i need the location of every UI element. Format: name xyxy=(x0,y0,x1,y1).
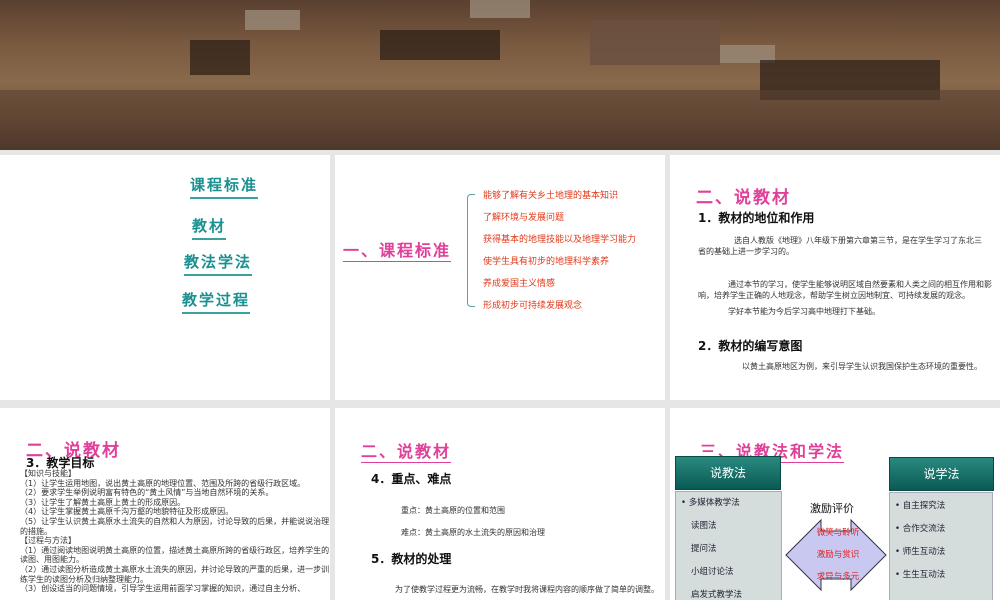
list-item: • 多媒体教学法 xyxy=(681,498,740,508)
list-item: • 合作交流法 xyxy=(895,524,946,534)
slide-keypoints[interactable]: 二、说教材 4．重点、难点 重点：黄土高原的位置和范围 难点：黄土高原的水土流失… xyxy=(335,408,665,600)
list-item: 启发式教学法 xyxy=(691,590,743,600)
paragraph: 选自人教版《地理》八年级下册第六章第三节，是在学生学习了东北三省的基础上进一步学… xyxy=(698,236,982,256)
slide-objectives[interactable]: 二、说教材 3．教学目标 【知识与技能】 （1）让学生运用地图，说出黄土高原的地… xyxy=(0,408,330,600)
toc-item[interactable]: 教学过程 xyxy=(182,289,251,314)
slide-title: 二、说教材 xyxy=(696,188,791,208)
arrow-label: 求异与多元 xyxy=(816,572,860,582)
slide-textbook[interactable]: 二、说教材 1．教材的地位和作用 选自人教版《地理》八年级下册第六章第三节，是在… xyxy=(670,155,1000,400)
list-item: 读图法 xyxy=(691,521,717,531)
paragraph: 通过本节的学习，使学生能够说明区域自然要素和人类之间的相互作用和影响，培养学生正… xyxy=(698,280,992,300)
list-item: 养成爱国主义情感 xyxy=(483,279,556,289)
list-item: 使学生具有初步的地理科学素养 xyxy=(483,257,610,267)
toc-item[interactable]: 教材 xyxy=(192,215,227,240)
slide-title: 一、课程标准 xyxy=(343,237,452,262)
toc-item[interactable]: 课程标准 xyxy=(190,174,259,199)
slide-methods[interactable]: 三、说教法和学法 说教法 • 多媒体教学法 读图法 提问法 小组讨论法 启发式教… xyxy=(670,408,1000,600)
objectives-list: 【知识与技能】 （1）让学生运用地图，说出黄土高原的地理位置、范围及所跨的省级行… xyxy=(20,469,330,594)
slide-toc[interactable]: 课程标准 教材 教法学法 教学过程 xyxy=(0,155,330,400)
list-item: 提问法 xyxy=(691,544,717,554)
paragraph: 重点：黄土高原的位置和范围 xyxy=(401,506,505,515)
arrow-label: 激励与赏识 xyxy=(816,550,860,560)
brace xyxy=(467,194,475,307)
line: （1）让学生运用地图，说出黄土高原的地理位置、范围及所跨的省级行政区域。 xyxy=(20,478,306,488)
list-item: • 自主探究法 xyxy=(895,501,946,511)
list-item: 了解环境与发展问题 xyxy=(483,213,565,223)
section-heading: 4．重点、难点 xyxy=(371,472,452,486)
arrow-label: 微笑与聆听 xyxy=(816,528,860,538)
list-item: • 师生互动法 xyxy=(895,547,946,557)
village-photo xyxy=(0,0,1000,150)
line: （2）要求学生举例说明富有特色的“黄土风情”与当地自然环境的关系。 xyxy=(20,488,274,498)
line: （1）通过阅读地图说明黄土高原的位置，描述黄土高原所跨的省级行政区，培养学生的读… xyxy=(20,545,330,565)
list-item: • 生生互动法 xyxy=(895,570,946,580)
list-item: 小组讨论法 xyxy=(691,567,734,577)
list-item: 形成初步可持续发展观念 xyxy=(483,301,583,311)
line: （3）创设适当的问题情境，引导学生运用前面学习掌握的知识，通过自主分析、 xyxy=(20,584,306,594)
list-item: 能够了解有关乡土地理的基本知识 xyxy=(483,191,619,201)
line: 【过程与方法】 xyxy=(20,536,76,546)
center-label: 激励评价 xyxy=(810,502,854,515)
teach-method-list: • 多媒体教学法 读图法 提问法 小组讨论法 启发式教学法 xyxy=(675,491,782,600)
paragraph: 为了使教学过程更为流畅，在教学时我将课程内容的顺序做了简单的调整。 xyxy=(395,585,659,594)
paragraph: 以黄土高原地区为例，来引导学生认识我国保护生态环境的重要性。 xyxy=(742,362,982,371)
line: 【知识与技能】 xyxy=(20,469,76,478)
arrow-labels: 微笑与聆听 激励与赏识 求异与多元 xyxy=(808,522,868,588)
list-item: 获得基本的地理技能以及地理学习能力 xyxy=(483,235,637,245)
section-heading: 5．教材的处理 xyxy=(371,552,452,566)
section-heading: 1．教材的地位和作用 xyxy=(698,211,815,225)
line: （3）让学生了解黄土高原上黄土的形成原因。 xyxy=(20,497,186,507)
slide-curriculum[interactable]: 一、课程标准 能够了解有关乡土地理的基本知识 了解环境与发展问题 获得基本的地理… xyxy=(335,155,665,400)
paragraph: 学好本节能为今后学习高中地理打下基础。 xyxy=(728,307,880,316)
slide-title: 二、说教材 xyxy=(361,438,452,463)
toc-item[interactable]: 教法学法 xyxy=(184,251,253,276)
line: （2）通过读图分析造成黄土高原水土流失的原因，并讨论导致的严重的后果，进一步训练… xyxy=(20,564,330,584)
line: （5）让学生认识黄土高原水土流失的自然和人为原因，讨论导致的后果，并能说说治理的… xyxy=(20,516,330,536)
section-heading: 2．教材的编写意图 xyxy=(698,339,803,353)
learn-method-list: • 自主探究法 • 合作交流法 • 师生互动法 • 生生互动法 xyxy=(889,492,993,600)
paragraph: 难点：黄土高原的水土流失的原因和治理 xyxy=(401,528,545,537)
line: （4）让学生掌握黄土高原千沟万壑的地貌特征及形成原因。 xyxy=(20,507,234,517)
learn-method-header: 说学法 xyxy=(889,457,994,491)
teach-method-header: 说教法 xyxy=(675,456,781,490)
